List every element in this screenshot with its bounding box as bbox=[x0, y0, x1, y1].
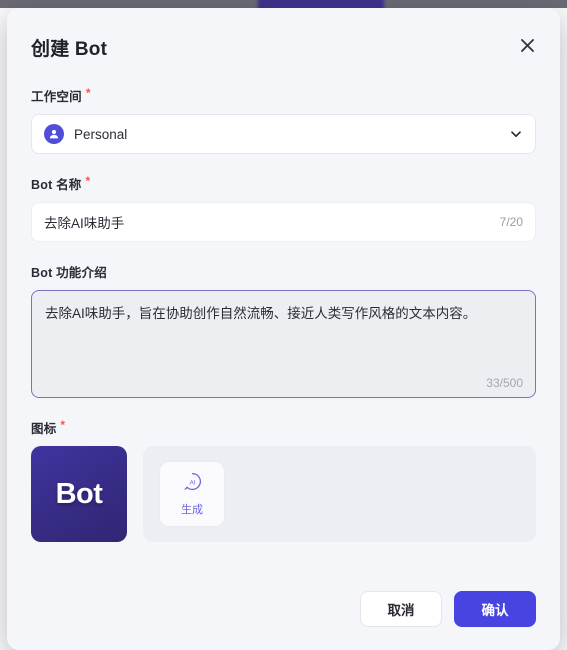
icon-label: 图标 * bbox=[31, 418, 536, 437]
field-bot-description: Bot 功能介绍 去除AI味助手，旨在协助创作自然流畅、接近人类写作风格的文本内… bbox=[31, 262, 536, 398]
bot-name-input[interactable]: 去除AI味助手 7/20 bbox=[31, 202, 536, 242]
bot-description-value: 去除AI味助手，旨在协助创作自然流畅、接近人类写作风格的文本内容。 bbox=[45, 306, 477, 321]
cancel-button[interactable]: 取消 bbox=[360, 591, 442, 627]
modal-body: 工作空间 * Personal Bot 名称 * 去除AI味助手 7/20 Bo… bbox=[7, 78, 560, 542]
user-avatar-icon bbox=[44, 124, 64, 144]
field-workspace: 工作空间 * Personal bbox=[31, 86, 536, 154]
workspace-selected-value: Personal bbox=[74, 126, 128, 142]
bot-name-label-text: Bot 名称 bbox=[31, 178, 82, 192]
required-asterisk: * bbox=[85, 86, 91, 100]
bot-description-label-text: Bot 功能介绍 bbox=[31, 266, 107, 280]
field-icon: 图标 * Bot AI 生成 bbox=[31, 418, 536, 542]
bot-name-value: 去除AI味助手 bbox=[44, 216, 125, 231]
svg-text:AI: AI bbox=[189, 479, 195, 486]
required-asterisk: * bbox=[60, 418, 66, 432]
icon-row: Bot AI 生成 bbox=[31, 446, 536, 542]
field-bot-name: Bot 名称 * 去除AI味助手 7/20 bbox=[31, 174, 536, 242]
chevron-down-icon bbox=[509, 127, 523, 141]
bot-description-textarea[interactable]: 去除AI味助手，旨在协助创作自然流畅、接近人类写作风格的文本内容。 33/500 bbox=[31, 290, 536, 398]
icon-tools-panel: AI 生成 bbox=[143, 446, 536, 542]
bot-icon-preview[interactable]: Bot bbox=[31, 446, 127, 542]
confirm-button[interactable]: 确认 bbox=[454, 591, 536, 627]
close-icon[interactable] bbox=[512, 30, 542, 60]
bot-description-counter: 33/500 bbox=[486, 376, 523, 390]
workspace-label: 工作空间 * bbox=[31, 86, 536, 105]
modal-footer: 取消 确认 bbox=[7, 578, 560, 650]
create-bot-modal: 创建 Bot 工作空间 * Personal Bot 名称 * 去除AI味助手 … bbox=[7, 8, 560, 650]
workspace-select[interactable]: Personal bbox=[31, 114, 536, 154]
generate-icon-label: 生成 bbox=[181, 503, 203, 516]
bot-name-counter: 7/20 bbox=[499, 215, 523, 229]
required-asterisk: * bbox=[85, 174, 91, 188]
icon-label-text: 图标 bbox=[31, 422, 57, 436]
generate-icon-button[interactable]: AI 生成 bbox=[159, 461, 225, 527]
modal-header: 创建 Bot bbox=[7, 8, 560, 78]
bot-icon-text: Bot bbox=[55, 477, 103, 510]
workspace-label-text: 工作空间 bbox=[31, 90, 82, 104]
bot-name-label: Bot 名称 * bbox=[31, 174, 536, 193]
ai-circle-icon: AI bbox=[183, 472, 202, 496]
bot-description-label: Bot 功能介绍 bbox=[31, 262, 536, 281]
page-title: 创建 Bot bbox=[31, 39, 108, 60]
